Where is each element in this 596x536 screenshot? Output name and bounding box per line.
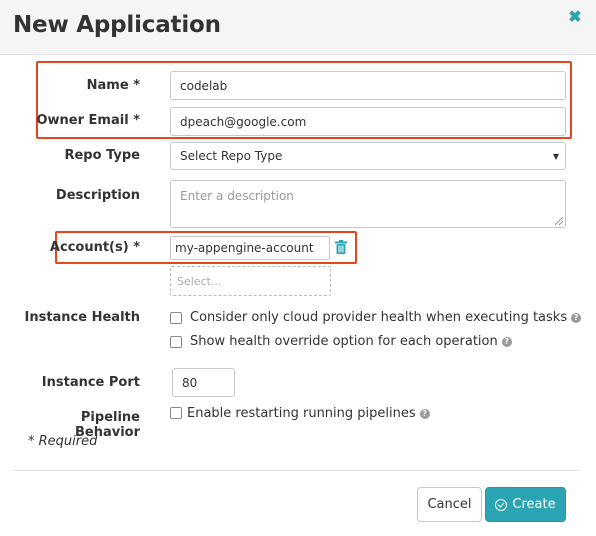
- dialog-header: New Application ✖: [0, 0, 596, 55]
- create-button-label: Create: [512, 497, 556, 512]
- description-textarea[interactable]: Enter a description: [170, 180, 566, 228]
- repo-type-label: Repo Type: [64, 148, 140, 163]
- instance-health-label: Instance Health: [24, 310, 140, 325]
- check-circle-icon: [495, 498, 508, 511]
- footer-divider: [13, 470, 581, 471]
- cloud-health-option: Consider only cloud provider health when…: [190, 310, 582, 325]
- owner-email-label: Owner Email *: [36, 113, 140, 128]
- repo-type-value: Select Repo Type: [180, 149, 283, 163]
- restart-pipelines-checkbox[interactable]: [170, 407, 182, 419]
- account-chip[interactable]: my-appengine-account: [170, 236, 330, 260]
- help-icon[interactable]: ?: [501, 337, 512, 347]
- health-override-checkbox[interactable]: [170, 336, 182, 348]
- close-icon[interactable]: ✖: [568, 10, 582, 26]
- repo-type-select[interactable]: Select Repo Type ▼: [170, 142, 566, 170]
- health-override-option: Show health override option for each ope…: [190, 334, 512, 349]
- name-label: Name *: [86, 78, 140, 93]
- name-input[interactable]: codelab: [170, 71, 566, 100]
- instance-port-input[interactable]: 80: [172, 368, 235, 397]
- description-placeholder: Enter a description: [180, 189, 294, 203]
- description-label: Description: [55, 188, 140, 203]
- create-button[interactable]: Create: [485, 487, 566, 522]
- trash-icon[interactable]: [335, 240, 347, 254]
- dialog-title: New Application: [13, 12, 221, 38]
- account-select[interactable]: Select...: [170, 266, 331, 296]
- help-icon[interactable]: ?: [419, 409, 430, 419]
- resize-grip-icon[interactable]: [555, 217, 563, 225]
- accounts-label: Account(s) *: [49, 240, 140, 255]
- cancel-button[interactable]: Cancel: [417, 487, 482, 522]
- restart-pipelines-option: Enable restarting running pipelines?: [187, 406, 430, 421]
- cloud-health-checkbox[interactable]: [170, 312, 182, 324]
- required-note: * Required: [28, 434, 98, 449]
- dropdown-caret-icon: ▼: [552, 152, 559, 161]
- instance-port-label: Instance Port: [41, 375, 140, 390]
- owner-email-input[interactable]: dpeach@google.com: [170, 107, 566, 136]
- help-icon[interactable]: ?: [571, 313, 582, 323]
